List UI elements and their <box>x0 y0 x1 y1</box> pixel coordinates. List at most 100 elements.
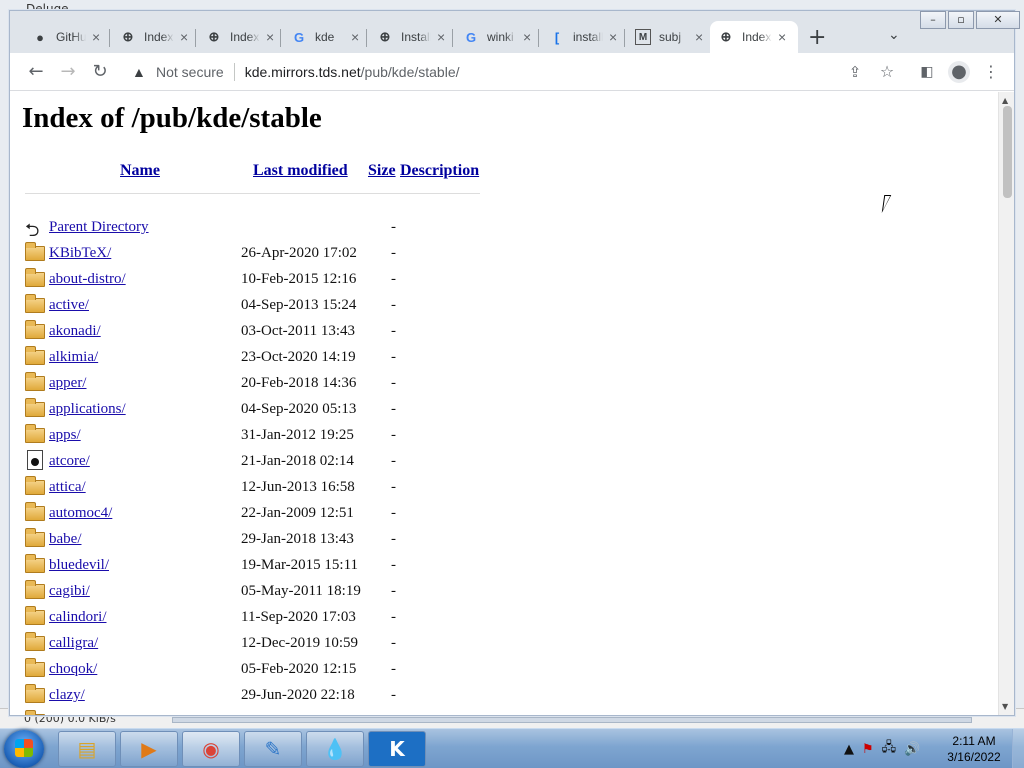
media-player-icon: ▶ <box>141 737 157 761</box>
tab-separator <box>538 29 539 47</box>
start-button[interactable] <box>4 730 44 768</box>
entry-link[interactable]: alkimia/ <box>49 349 98 366</box>
tab-separator <box>109 29 110 47</box>
row-modified: 11-Sep-2020 17:03 <box>241 609 356 625</box>
system-clock[interactable]: 2:11 AM 3/16/2022 <box>944 733 1004 765</box>
tab-index-active[interactable]: ⊕ Index of × <box>710 21 798 53</box>
entry-link[interactable]: choqok/ <box>49 661 97 678</box>
tab-github[interactable]: ● GitHub × <box>24 21 108 53</box>
url-host[interactable]: kde.mirrors.tds.net <box>245 64 361 80</box>
close-icon[interactable]: × <box>266 29 274 45</box>
close-icon[interactable]: × <box>695 29 703 45</box>
action-center-flag-icon[interactable]: ⚑ <box>862 742 874 757</box>
scrollbar-thumb[interactable] <box>1003 106 1012 198</box>
maximize-button[interactable]: ▫ <box>948 11 974 29</box>
taskbar-media-player[interactable]: ▶ <box>120 731 178 767</box>
tab-title: GitHub <box>56 30 86 44</box>
entry-link[interactable]: active/ <box>49 297 89 314</box>
mouse-cursor-icon <box>881 195 899 213</box>
tab-index-1[interactable]: ⊕ Index of × <box>112 21 196 53</box>
entry-link[interactable]: calindori/ <box>49 609 106 626</box>
list-item: automoc4/22-Jan-2009 12:51 - <box>25 502 485 528</box>
row-size: - <box>391 401 396 417</box>
entry-link[interactable]: akonadi/ <box>49 323 101 340</box>
back-arrow-icon[interactable]: ← <box>25 61 47 83</box>
list-item: bluedevil/19-Mar-2015 15:11 - <box>25 554 485 580</box>
bookmark-star-icon[interactable]: ☆ <box>876 61 898 83</box>
close-icon[interactable]: × <box>609 29 617 45</box>
column-description-link[interactable]: Description <box>400 162 479 180</box>
entry-link[interactable]: KBibTeX/ <box>49 245 111 262</box>
close-icon[interactable]: × <box>180 29 188 45</box>
network-icon[interactable]: 🖧 <box>882 738 897 760</box>
reload-icon[interactable]: ↻ <box>89 61 111 83</box>
row-modified: 04-Sep-2020 05:13 <box>241 401 357 417</box>
close-icon[interactable]: × <box>778 29 786 45</box>
volume-icon[interactable]: 🔊 <box>904 742 920 757</box>
scroll-down-arrow-icon[interactable]: ▼ <box>1002 702 1008 711</box>
list-item: alkimia/23-Oct-2020 14:19 - <box>25 346 485 372</box>
entry-link[interactable]: about-distro/ <box>49 271 126 288</box>
tab-index-2[interactable]: ⊕ Index of × <box>198 21 282 53</box>
tab-google-winki[interactable]: G winki × <box>455 21 539 53</box>
row-modified: 05-May-2011 18:19 <box>241 583 361 599</box>
parent-directory-link[interactable]: Parent Directory <box>49 219 149 236</box>
entry-link[interactable]: cagibi/ <box>49 583 90 600</box>
entry-link[interactable]: babe/ <box>49 531 81 548</box>
close-window-button[interactable]: ✕ <box>976 11 1020 29</box>
minimize-button[interactable]: – <box>920 11 946 29</box>
entry-link[interactable]: apper/ <box>49 375 86 392</box>
close-icon[interactable]: × <box>523 29 531 45</box>
show-desktop-button[interactable] <box>1012 729 1024 768</box>
column-size-link[interactable]: Size <box>368 162 396 180</box>
entry-link[interactable]: calligra/ <box>49 635 98 652</box>
tab-separator <box>452 29 453 47</box>
tab-install[interactable]: ⊕ Install × <box>369 21 453 53</box>
row-size: - <box>391 479 396 495</box>
taskbar-kde[interactable]: K <box>368 731 426 767</box>
row-size: - <box>391 661 396 677</box>
entry-link[interactable]: bluedevil/ <box>49 557 109 574</box>
taskbar-file-explorer[interactable]: ▤ <box>58 731 116 767</box>
address-bar[interactable]: ▲ Not secure kde.mirrors.tds.net/pub/kde… <box>124 58 916 86</box>
tab-google-kde[interactable]: G kde × <box>283 21 367 53</box>
tab-search-chevron-icon[interactable]: ⌄ <box>888 27 900 43</box>
entry-link[interactable]: clazy/ <box>49 687 85 704</box>
column-modified-link[interactable]: Last modified <box>253 162 348 180</box>
close-icon[interactable]: × <box>437 29 445 45</box>
menu-kebab-icon[interactable]: ⋮ <box>980 61 1002 83</box>
column-name-link[interactable]: Name <box>120 162 160 180</box>
taskbar-paint[interactable]: ✎ <box>244 731 302 767</box>
close-icon[interactable]: × <box>92 29 100 45</box>
forward-arrow-icon[interactable]: → <box>57 61 79 83</box>
tab-separator <box>624 29 625 47</box>
scroll-up-arrow-icon[interactable]: ▲ <box>1002 96 1008 105</box>
vertical-scrollbar[interactable]: ▲ ▼ <box>998 92 1014 715</box>
security-status[interactable]: Not secure <box>156 64 224 80</box>
warning-triangle-icon[interactable]: ▲ <box>132 64 150 80</box>
deluge-icon: 💧 <box>322 737 348 761</box>
list-item: active/04-Sep-2013 15:24 - <box>25 294 485 320</box>
share-icon[interactable]: ⇪ <box>844 61 866 83</box>
row-size: - <box>391 531 396 547</box>
entry-link[interactable]: automoc4/ <box>49 505 112 522</box>
entry-link[interactable]: apps/ <box>49 427 81 444</box>
side-panel-icon[interactable]: ◧ <box>916 61 938 83</box>
profile-avatar-icon[interactable]: ● <box>948 61 970 83</box>
tab-subj[interactable]: M subj × <box>627 21 711 53</box>
entry-link[interactable]: attica/ <box>49 479 86 496</box>
tab-title: winki <box>487 30 514 44</box>
entry-link[interactable]: colibri/ <box>49 713 92 715</box>
url-path[interactable]: /pub/kde/stable/ <box>361 64 460 80</box>
entry-link[interactable]: applications/ <box>49 401 126 418</box>
entry-link[interactable]: atcore/ <box>49 453 90 470</box>
background-progress-bar <box>172 717 972 723</box>
new-tab-button[interactable]: + <box>808 25 826 50</box>
tray-expand-icon[interactable]: ▲ <box>844 742 854 757</box>
folder-icon <box>25 684 45 703</box>
tab-install-2[interactable]: [ install × <box>541 21 625 53</box>
row-modified: 12-Jun-2013 16:58 <box>241 479 355 495</box>
close-icon[interactable]: × <box>351 29 359 45</box>
taskbar-deluge[interactable]: 💧 <box>306 731 364 767</box>
taskbar-chrome[interactable]: ◉ <box>182 731 240 767</box>
